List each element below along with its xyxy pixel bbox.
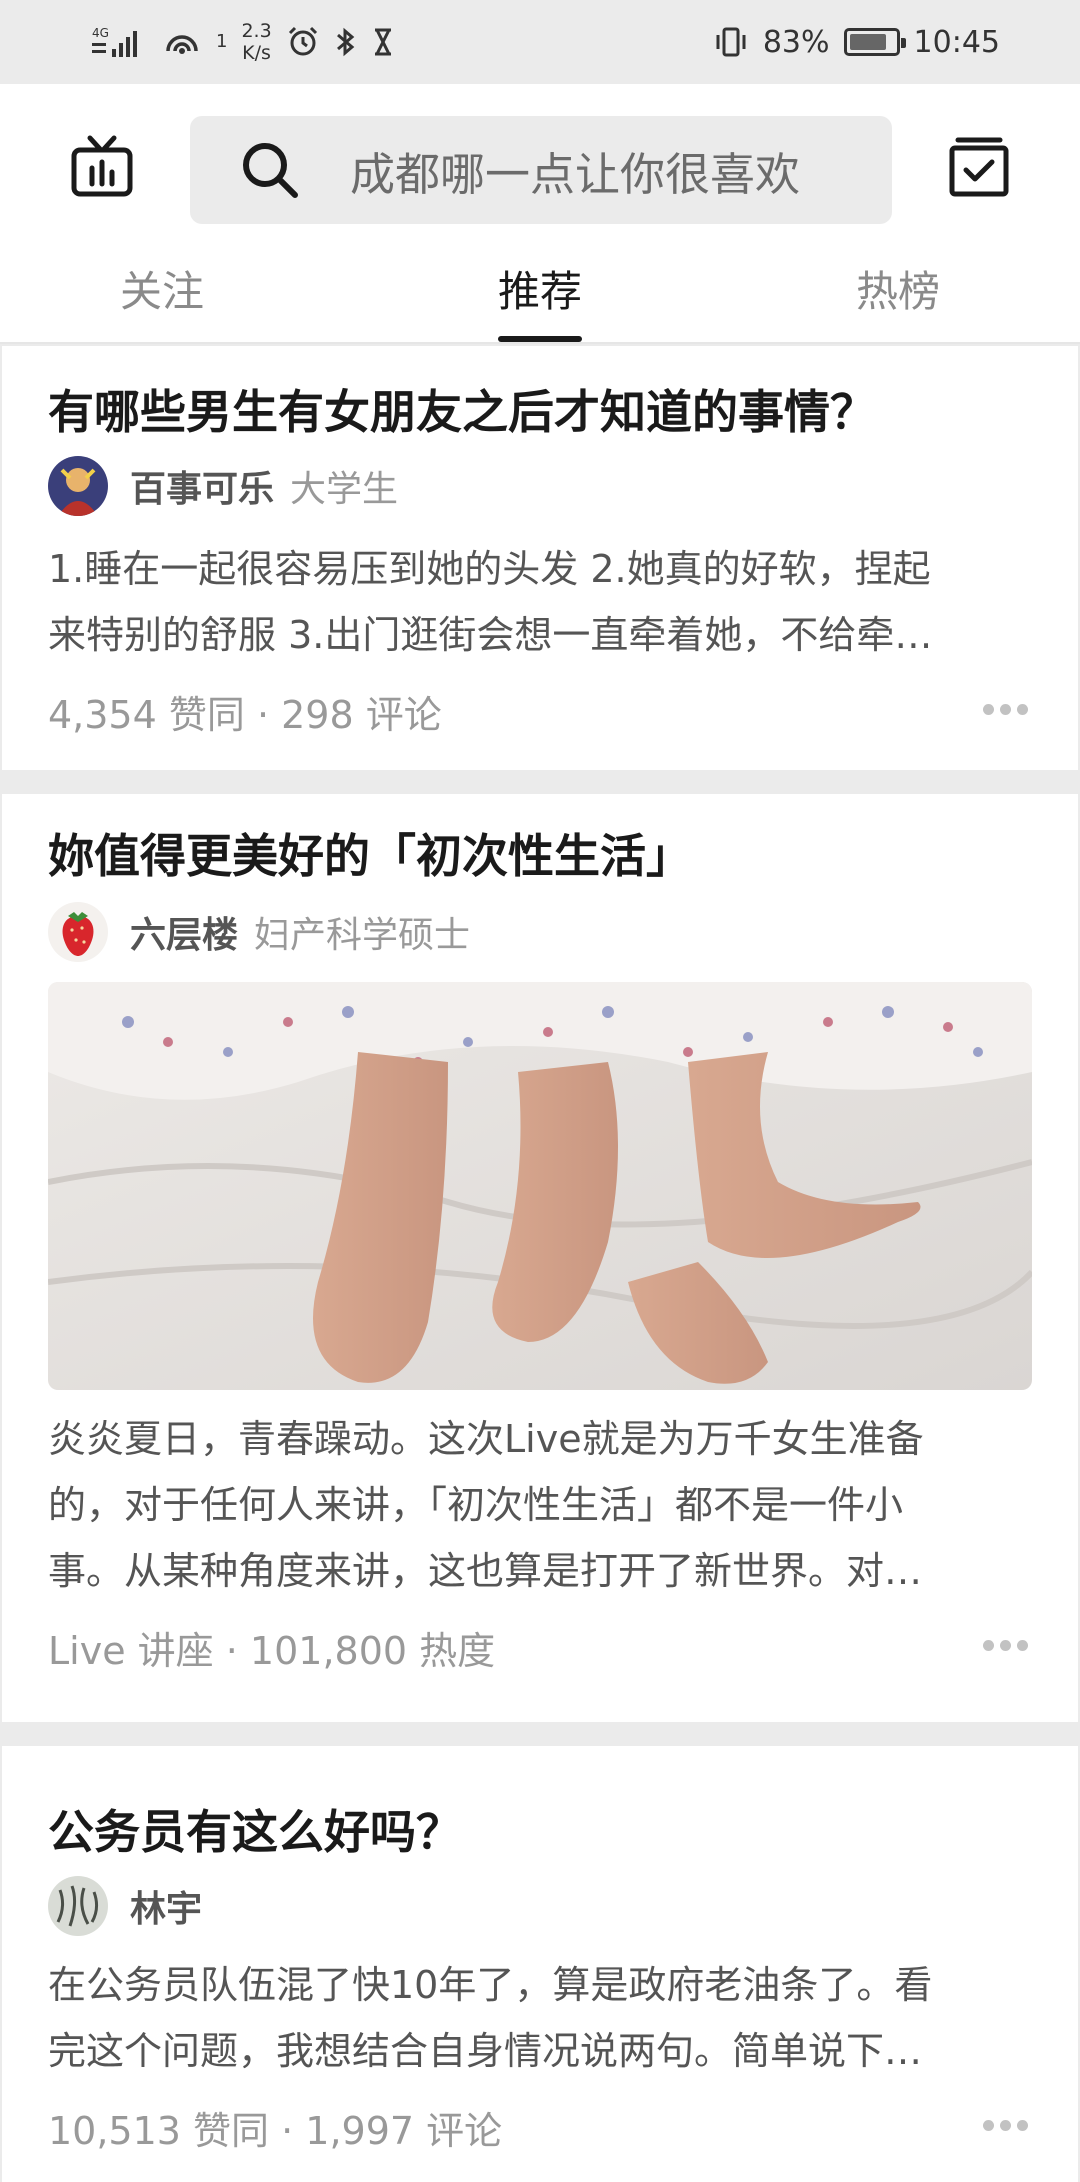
excerpt-line: 来特别的舒服 3.出门逛街会想一直牵着她，不给牵… (48, 613, 933, 657)
card-meta: Live 讲座 · 101,800 热度 (48, 1629, 496, 1673)
card-excerpt[interactable]: 1.睡在一起很容易压到她的头发 2.她真的好软，捏起 来特别的舒服 3.出门逛街… (48, 536, 1028, 668)
more-icon[interactable] (983, 704, 1028, 715)
feed-card[interactable]: 妳值得更美好的「初次性生活」 六层楼 妇产科学硕士 炎炎夏日，青春躁动。这次Li… (2, 794, 1078, 1722)
avatar[interactable] (48, 456, 108, 516)
vibrate-icon (716, 27, 746, 57)
alarm-icon (288, 26, 317, 56)
author-name[interactable]: 六层楼 (130, 906, 238, 958)
search-icon (243, 143, 298, 198)
hourglass-icon (374, 28, 391, 56)
author-row[interactable]: 百事可乐 大学生 (48, 456, 398, 516)
checklist-icon (949, 137, 1009, 197)
active-tab-indicator (498, 336, 582, 342)
excerpt-line: 完这个问题，我想结合自身情况说两句。简单说下… (48, 2029, 923, 2073)
live-tv-button[interactable] (70, 134, 134, 198)
network-speed: 2.3 K/s (241, 20, 272, 64)
search-placeholder: 成都哪一点让你很喜欢 (350, 147, 801, 201)
avatar[interactable] (48, 902, 108, 962)
card-title[interactable]: 有哪些男生有女朋友之后才知道的事情？ (48, 376, 876, 442)
excerpt-line: 事。从某种角度来讲，这也算是打开了新世界。对… (48, 1549, 923, 1593)
tab-bar: 关注 推荐 热榜 (0, 240, 1080, 344)
tasks-button[interactable] (948, 136, 1010, 198)
svg-text:4G: 4G (92, 26, 109, 40)
tab-recommend[interactable]: 推荐 (498, 258, 582, 319)
author-description: 妇产科学硕士 (254, 915, 471, 956)
author-name[interactable]: 百事可乐 (130, 460, 274, 512)
excerpt-line: 1.睡在一起很容易压到她的头发 2.她真的好软，捏起 (48, 547, 931, 591)
app-header: 成都哪一点让你很喜欢 关注 推荐 热榜 (0, 84, 1080, 344)
clock: 10:45 (913, 24, 1000, 60)
tab-hot[interactable]: 热榜 (856, 258, 940, 319)
author-name[interactable]: 林宇 (130, 1880, 202, 1932)
bluetooth-icon (336, 27, 354, 57)
tab-follow[interactable]: 关注 (120, 258, 204, 319)
status-right: 83% 10:45 (713, 25, 1000, 60)
author-row[interactable]: 六层楼 妇产科学硕士 (48, 902, 470, 962)
card-title[interactable]: 公务员有这么好吗？ (48, 1796, 462, 1862)
excerpt-line: 在公务员队伍混了快10年了，算是政府老油条了。看 (48, 1963, 933, 2007)
hotspot-icon (166, 35, 198, 54)
author-description: 大学生 (290, 469, 399, 510)
author-row[interactable]: 林宇 (48, 1876, 218, 1936)
search-bar[interactable]: 成都哪一点让你很喜欢 (190, 116, 892, 224)
card-excerpt[interactable]: 炎炎夏日，青春躁动。这次Live就是为万千女生准备 的，对于任何人来讲，「初次性… (48, 1406, 1028, 1604)
status-bar: 4G 1 2.3 K/s 83% 10:45 (0, 0, 1080, 84)
top-bar: 成都哪一点让你很喜欢 (0, 84, 1080, 240)
excerpt-line: 的，对于任何人来讲，「初次性生活」都不是一件小 (48, 1483, 904, 1527)
more-icon[interactable] (983, 2120, 1028, 2131)
cover-image[interactable] (48, 982, 1032, 1390)
battery-icon (843, 28, 906, 56)
status-left: 4G 1 2.3 K/s (92, 20, 394, 64)
battery-percent: 83% (762, 24, 830, 60)
feed-card[interactable]: 公务员有这么好吗？ 林宇 在公务员队伍混了快10年了，算是政府老油条了。看 完这… (2, 1746, 1078, 2182)
more-icon[interactable] (983, 1640, 1028, 1651)
avatar[interactable] (48, 1876, 108, 1936)
card-title[interactable]: 妳值得更美好的「初次性生活」 (48, 820, 692, 886)
card-meta: 4,354 赞同 · 298 评论 (48, 693, 442, 737)
card-excerpt[interactable]: 在公务员队伍混了快10年了，算是政府老油条了。看 完这个问题，我想结合自身情况说… (48, 1952, 1028, 2084)
tv-icon (71, 135, 133, 197)
sim-number: 1 (216, 31, 228, 52)
excerpt-line: 炎炎夏日，青春躁动。这次Live就是为万千女生准备 (48, 1417, 924, 1461)
card-meta: 10,513 赞同 · 1,997 评论 (48, 2109, 503, 2153)
feed-card[interactable]: 有哪些男生有女朋友之后才知道的事情？ 百事可乐 大学生 1.睡在一起很容易压到她… (2, 346, 1078, 770)
signal-icon: 4G (92, 26, 137, 57)
